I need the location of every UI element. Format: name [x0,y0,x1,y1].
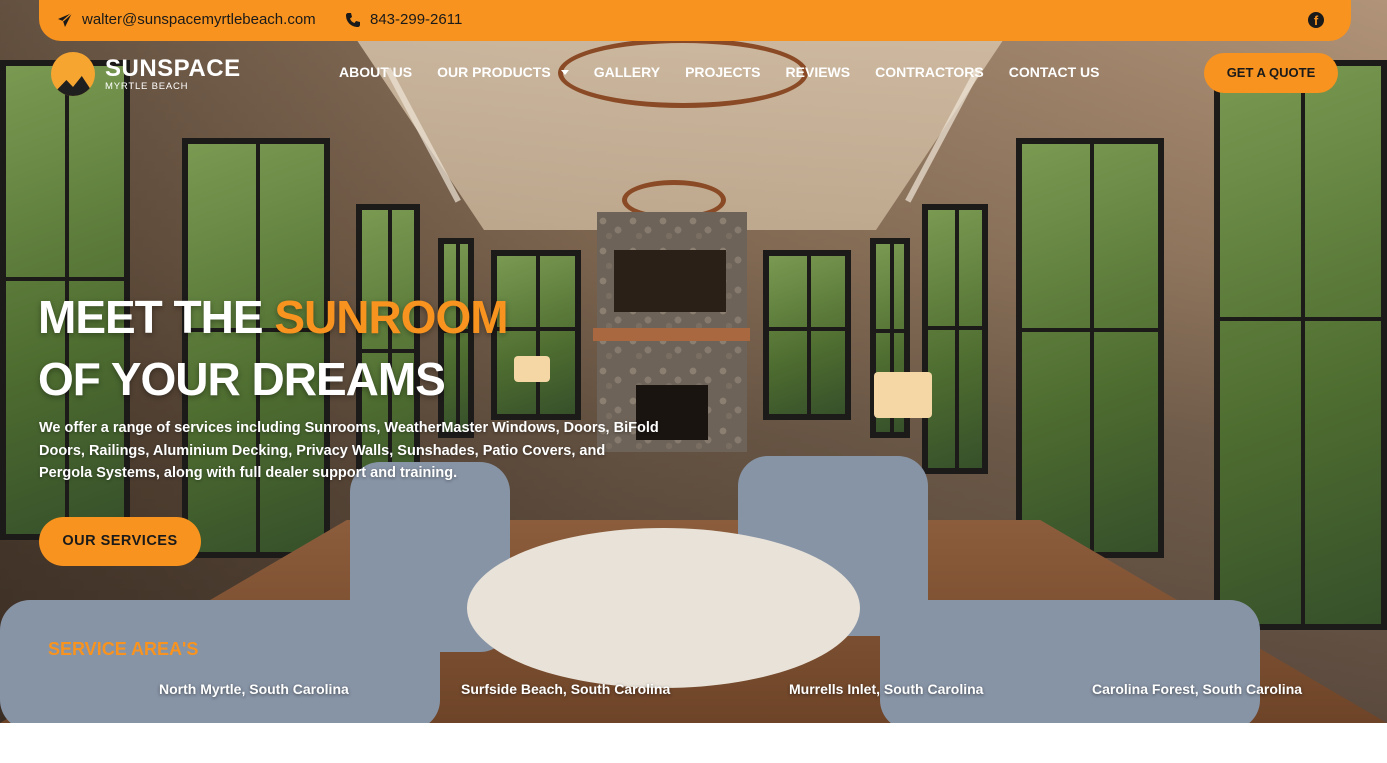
service-area-item: Carolina Forest, South Carolina [1092,681,1303,697]
hero-title: MEET THE SUNROOM OF YOUR DREAMS [38,286,509,410]
nav-reviews[interactable]: REVIEWS [786,64,851,80]
hero-title-line2: OF YOUR DREAMS [38,353,446,405]
nav-our-products-label: OUR PRODUCTS [437,64,551,80]
top-contact-bar: walter@sunspacemyrtlebeach.com 843-299-2… [39,0,1351,41]
nav-our-products[interactable]: OUR PRODUCTS [437,64,569,80]
service-area-item: Surfside Beach, South Carolina [461,681,671,697]
nav-about-us[interactable]: ABOUT US [339,64,412,80]
phone-link[interactable]: 843-299-2611 [345,11,462,28]
hero-title-line1: MEET THE [38,291,275,343]
main-nav: ABOUT US OUR PRODUCTS GALLERY PROJECTS R… [339,64,1124,80]
phone-text: 843-299-2611 [370,11,463,28]
nav-projects[interactable]: PROJECTS [685,64,760,80]
hero-subtitle: We offer a range of services including S… [39,420,659,481]
window-decoration [763,250,851,420]
phone-icon [346,12,360,27]
logo-name: SUNSPACE [105,54,241,82]
lamp-decoration [874,372,932,418]
armchair-decoration [0,600,440,723]
hero-title-accent: SUNROOM [274,291,508,343]
site-logo[interactable]: SUNSPACE MYRTLE BEACH [51,52,241,96]
tv-decoration [614,250,726,312]
window-decoration [1016,138,1164,558]
email-link[interactable]: walter@sunspacemyrtlebeach.com [57,11,316,28]
facebook-icon[interactable]: f [1308,12,1324,28]
armchair-decoration [880,600,1260,723]
email-text: walter@sunspacemyrtlebeach.com [82,11,316,28]
service-areas-title: SERVICE AREA'S [48,639,199,659]
sun-logo-icon [51,52,95,96]
hero-section: walter@sunspacemyrtlebeach.com 843-299-2… [0,0,1387,723]
our-services-button[interactable]: OUR SERVICES [39,517,201,566]
paper-plane-icon [58,12,73,27]
nav-contact-us[interactable]: CONTACT US [1009,64,1100,80]
get-a-quote-button[interactable]: GET A QUOTE [1204,53,1338,93]
mantel-decoration [593,328,750,341]
nav-gallery[interactable]: GALLERY [594,64,660,80]
lamp-decoration [514,356,550,382]
nav-contractors[interactable]: CONTRACTORS [875,64,984,80]
service-area-item: North Myrtle, South Carolina [159,681,349,697]
logo-tagline: MYRTLE BEACH [105,80,189,92]
window-decoration [1214,60,1387,630]
service-area-item: Murrells Inlet, South Carolina [789,681,984,697]
round-table-decoration [467,528,860,688]
chevron-down-icon [560,69,569,75]
window-decoration [922,204,988,474]
